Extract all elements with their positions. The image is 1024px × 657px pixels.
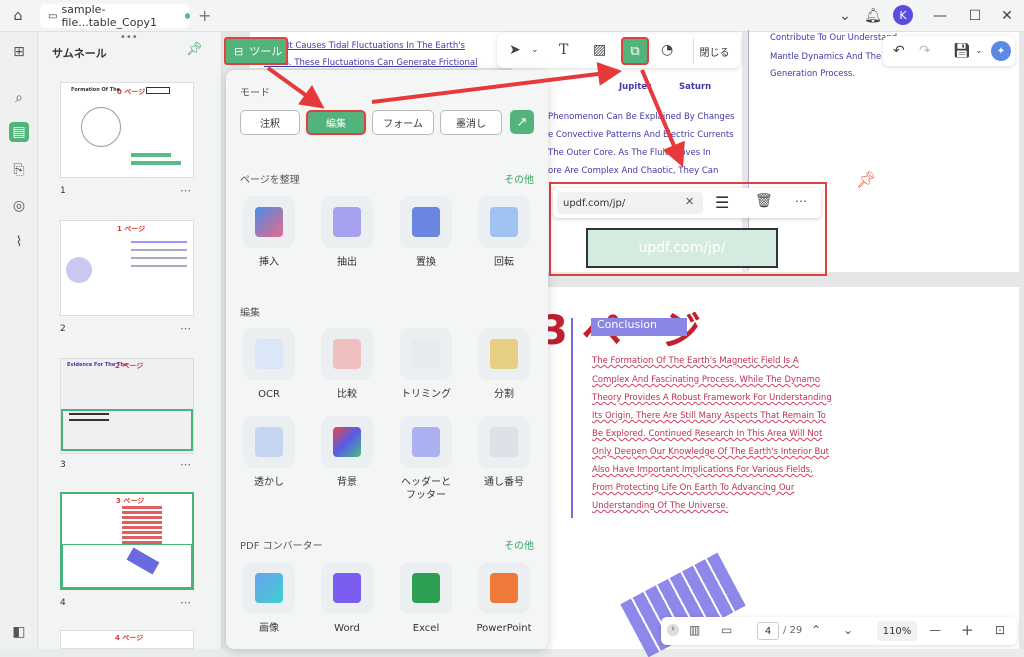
slideshow-icon[interactable]: ▭ [721,623,732,637]
chevron-up-icon[interactable]: ⌃ [811,623,821,637]
arrow-tools-to-edit [266,66,325,109]
zoom-level[interactable]: 110% [877,621,917,641]
arrow-edit-to-link [371,62,622,104]
zoom-in-icon[interactable]: + [961,621,974,639]
view-mode-icon[interactable]: ▥ [689,623,700,637]
annotation-arrows [266,62,685,168]
collapse-icon[interactable]: › [667,624,679,636]
page-total: / 29 [783,625,803,636]
fit-page-icon[interactable]: ⊡ [995,623,1005,637]
chevron-down-icon[interactable]: ⌄ [843,623,853,637]
page-navigation-bar: › ▥ ▭ 4 / 29 ⌃ ⌄ 110% — + ⊡ [661,617,1017,645]
zoom-out-icon[interactable]: — [929,623,941,637]
page-number-input[interactable]: 4 [757,622,779,640]
arrow-link-to-popup [640,69,685,168]
